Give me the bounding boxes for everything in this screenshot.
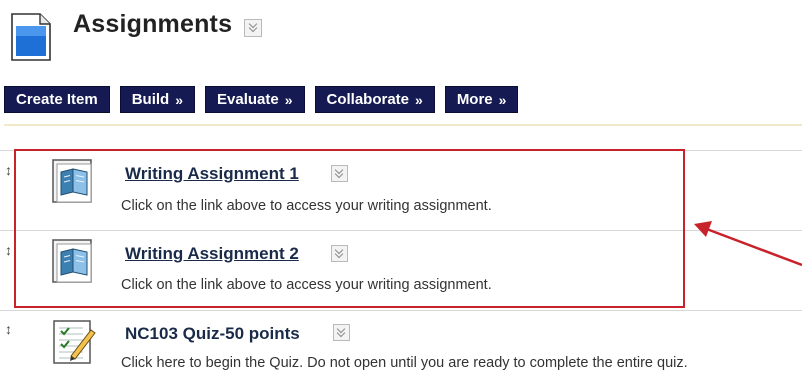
item-title-link[interactable]: NC103 Quiz-50 points [125,324,300,344]
title-options-chevron-icon[interactable] [244,19,262,37]
evaluate-label: Evaluate [217,91,279,108]
quiz-icon [53,320,96,364]
drag-handle-icon[interactable]: ↕ [5,321,12,337]
action-toolbar: Create Item Build » Evaluate » Collabora… [4,86,519,113]
page-document-icon [11,13,51,61]
build-label: Build [131,91,170,108]
item-options-chevron-icon[interactable] [333,324,350,341]
double-chevron-down-icon: » [175,91,183,108]
collaborate-menu-button[interactable]: Collaborate » [314,86,435,113]
row-separator [0,310,802,311]
item-description: Click here to begin the Quiz. Do not ope… [121,355,688,371]
create-item-label: Create Item [16,91,98,108]
evaluate-menu-button[interactable]: Evaluate » [205,86,305,113]
double-chevron-down-icon: » [284,91,293,108]
toolbar-divider [4,124,802,126]
collaborate-label: Collaborate [326,91,410,108]
more-menu-button[interactable]: More » [444,86,519,113]
create-item-button[interactable]: Create Item [4,86,110,113]
double-chevron-down-icon: » [498,91,507,108]
page-title: Assignments [73,10,233,38]
more-label: More [456,91,493,108]
build-menu-button[interactable]: Build » [119,86,195,113]
highlight-box [14,149,685,308]
drag-handle-icon[interactable]: ↕ [5,242,12,258]
annotation-arrow-icon [694,221,802,267]
drag-handle-icon[interactable]: ↕ [5,162,12,178]
double-chevron-down-icon: » [415,91,423,108]
